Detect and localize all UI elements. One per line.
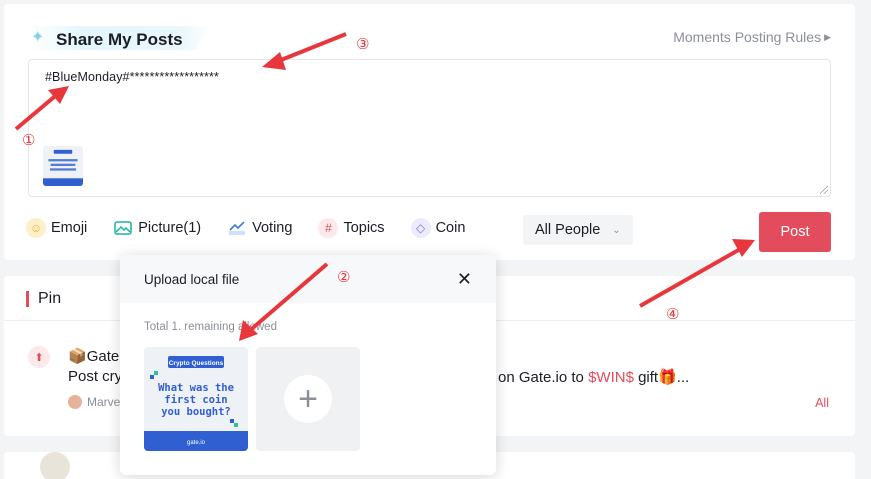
pinned-text-segment-gift: gift [633,369,659,386]
posting-rules-link[interactable]: Moments Posting Rules ▶ [673,29,831,45]
voting-label: Voting [252,220,293,236]
emoji-label: Emoji [51,220,88,236]
voting-button[interactable]: Voting [227,218,292,238]
topics-label: Topics [343,220,385,236]
image-text-line-3: you bought? [161,406,231,418]
picture-label: Picture(1) [138,220,202,236]
upload-count-text: Total 1. remaining allowed [144,321,277,333]
upload-popup-title: Upload local file [144,272,240,287]
picture-button[interactable]: Picture(1) [113,218,201,238]
sparkle-icon: ✦ [31,29,45,46]
annotation-label-3: ③ [356,36,370,53]
attached-image-thumbnail[interactable] [43,146,83,186]
smiley-icon: ☺ [26,218,46,238]
author-name[interactable]: Marve [87,395,120,409]
gift-icon: 🎁 [658,369,677,386]
topics-button[interactable]: # Topics [318,218,385,238]
avatar [68,395,82,409]
diamond-icon: ◇ [410,218,431,238]
close-icon[interactable]: ✕ [457,269,472,290]
pin-header: Pin [26,290,61,308]
uploaded-image[interactable]: Crypto Questions What was the first coin… [144,347,248,451]
emoji-button[interactable]: ☺ Emoji [26,218,87,238]
image-brand-text: gate.io [187,440,206,446]
pin-accent-bar [26,291,29,307]
post-text[interactable]: #BlueMonday#****************** [45,70,219,84]
share-title: Share My Posts [56,30,183,49]
annotation-label-1: ① [22,132,36,149]
pinned-text-highlight: $WIN$ [588,369,634,386]
hash-icon: # [318,218,339,238]
share-posts-card: ✦ Share My Posts Moments Posting Rules ▶… [4,4,855,260]
add-image-button[interactable]: + [256,347,360,451]
post-toolbar: ☺ Emoji Picture(1) Voting # Topics ◇ Coi… [26,218,491,238]
pinned-text-segment: on Gate.io to [498,369,589,386]
chevron-down-icon: ⌄ [612,224,621,236]
pinned-user-name[interactable]: Gate. [87,348,124,365]
image-icon [113,218,133,238]
pin-up-icon: ⬆ [28,346,50,368]
see-all-link[interactable]: All [815,396,829,410]
image-text-line-2: first coin [164,394,227,406]
pinned-text-ellipsis: ... [676,369,690,386]
chart-icon [227,218,247,238]
posting-rules-label[interactable]: Moments Posting Rules [673,29,821,45]
audience-select[interactable]: All People ⌄ [523,215,633,245]
annotation-label-4: ④ [666,306,680,323]
audience-value: All People [535,222,601,238]
annotation-label-2: ② [337,269,351,286]
post-button[interactable]: Post [759,212,831,252]
pin-title: Pin [38,290,62,307]
avatar[interactable] [40,452,70,479]
pinned-post-text-left[interactable]: Post cry [68,368,122,385]
coin-button[interactable]: ◇ Coin [410,218,466,238]
post-textarea[interactable]: #BlueMonday#****************** [28,59,831,197]
pinned-post-text-right[interactable]: on Gate.io to $WIN$ gift🎁... [498,368,689,386]
caret-right-icon: ▶ [824,31,831,42]
resize-grip[interactable] [820,186,828,194]
coin-label: Coin [435,220,466,236]
user-emoji-icon: 📦 [68,348,87,365]
upload-popup: Upload local file ✕ Total 1. remaining a… [120,255,496,475]
plus-icon: + [284,375,332,423]
image-header-text: Crypto Questions [169,360,224,367]
pinned-post-author[interactable]: Marve [68,395,120,409]
pinned-post-user[interactable]: 📦Gate. [68,347,123,365]
image-text-line-1: What was the [158,382,234,394]
